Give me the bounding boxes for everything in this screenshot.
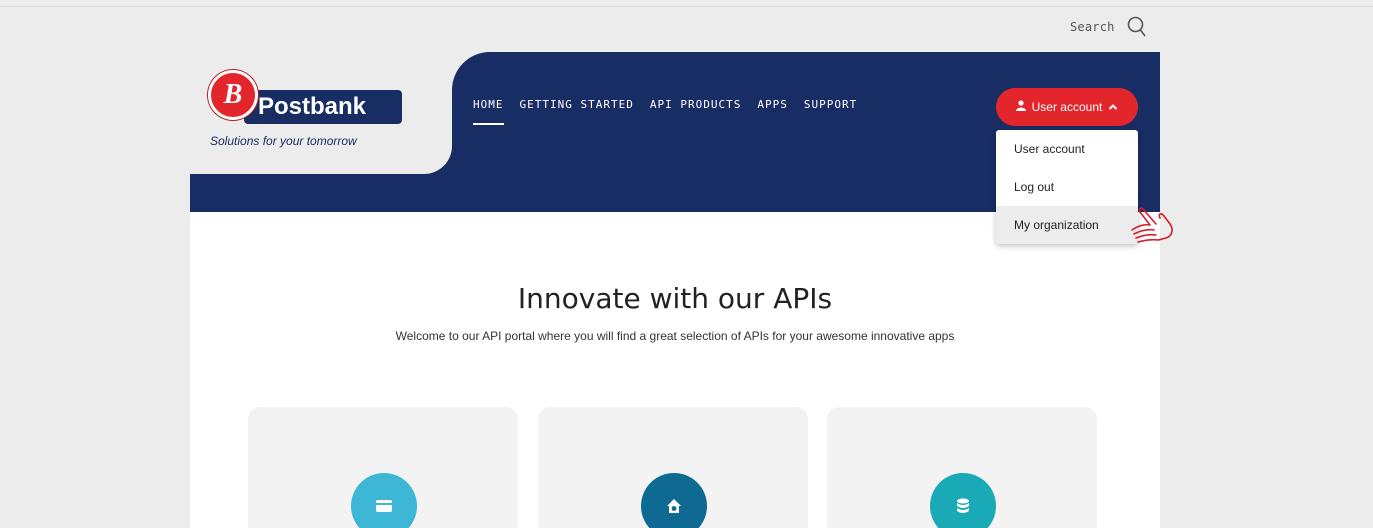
main-nav: HOME GETTING STARTED API PRODUCTS APPS S… <box>473 98 857 125</box>
caret-up-icon <box>1108 100 1118 114</box>
user-account-dropdown: User account Log out My organization <box>996 130 1138 244</box>
logo-panel: Postbank B Solutions for your tomorrow <box>190 52 452 174</box>
coin-stack-icon <box>930 473 996 528</box>
user-account-label: User account <box>1031 100 1103 114</box>
top-divider <box>0 6 1373 7</box>
user-account-button[interactable]: User account <box>996 88 1138 126</box>
search-label: Search <box>1070 20 1115 34</box>
api-card-savings[interactable] <box>827 407 1097 528</box>
credit-card-icon <box>351 473 417 528</box>
user-icon <box>1015 100 1026 114</box>
page-container: Postbank B Solutions for your tomorrow H… <box>190 52 1160 528</box>
nav-item-home[interactable]: HOME <box>473 98 504 125</box>
api-card-cards[interactable] <box>248 407 518 528</box>
nav-item-apps[interactable]: APPS <box>757 98 788 125</box>
search-toggle[interactable]: Search <box>1070 16 1147 38</box>
menu-item-user-account[interactable]: User account <box>996 130 1138 168</box>
hero-title: Innovate with our APIs <box>517 282 833 315</box>
menu-item-my-organization[interactable]: My organization <box>996 206 1138 244</box>
nav-item-support[interactable]: SUPPORT <box>804 98 857 125</box>
hero-subtitle: Welcome to our API portal where you will… <box>395 329 955 343</box>
nav-item-api-products[interactable]: API PRODUCTS <box>650 98 741 125</box>
api-card-mortgage[interactable] <box>538 407 808 528</box>
logo-mark: B <box>208 70 258 120</box>
logo-tagline: Solutions for your tomorrow <box>210 134 357 148</box>
pointer-hand-icon <box>1128 200 1184 250</box>
house-dollar-icon <box>641 473 707 528</box>
logo-wordmark: Postbank <box>244 90 402 124</box>
search-icon[interactable] <box>1127 16 1147 38</box>
menu-item-log-out[interactable]: Log out <box>996 168 1138 206</box>
nav-item-getting-started[interactable]: GETTING STARTED <box>520 98 634 125</box>
postbank-logo[interactable]: Postbank B Solutions for your tomorrow <box>208 70 408 152</box>
